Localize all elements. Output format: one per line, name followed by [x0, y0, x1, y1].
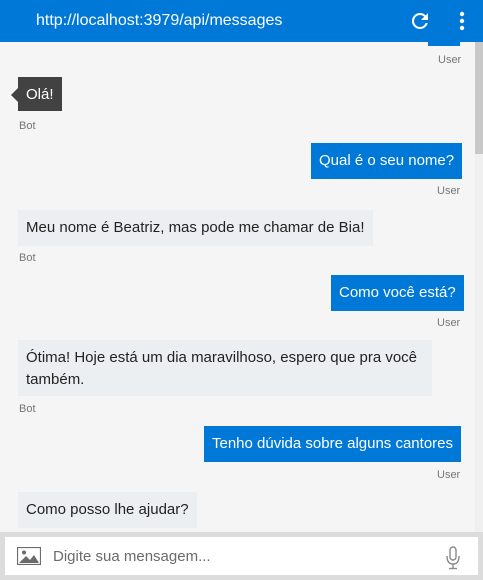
message-sender: Bot [19, 120, 36, 132]
message-bubble-user: Tenho dúvida sobre alguns cantores [204, 426, 461, 462]
message-sender: Bot [19, 403, 36, 415]
message-bubble-user: Qual é o seu nome? [311, 143, 463, 179]
message-input-bar [0, 532, 483, 580]
message-line: também. [26, 371, 85, 388]
message-bubble-bot: Ótima! Hoje está um dia maravilhoso, esp… [18, 340, 432, 396]
message-bubble-bot: Meu nome é Beatriz, mas pode me chamar d… [18, 210, 373, 246]
message-bubble-partial [428, 42, 460, 46]
page-url: http://localhost:3979/api/messages [36, 12, 283, 29]
message-input-container [5, 537, 478, 575]
message-bubble-bot: Como posso lhe ajudar? [18, 492, 197, 528]
message-sender: Bot [19, 252, 36, 264]
message-bubble-bot: Olá! [18, 77, 62, 111]
scrollbar-thumb[interactable] [475, 42, 483, 154]
message-line: Ótima! Hoje está um dia maravilhoso, esp… [26, 349, 418, 366]
more-vertical-icon[interactable] [452, 9, 472, 33]
microphone-icon[interactable] [445, 546, 461, 570]
bubble-tail [11, 88, 18, 102]
message-sender: User [438, 54, 462, 66]
refresh-icon[interactable] [408, 9, 432, 33]
chat-history[interactable]: User Olá! Bot Qual é o seu nome? User Me… [0, 42, 483, 532]
message-sender: User [437, 317, 461, 329]
message-sender: User [437, 185, 461, 197]
message-bubble-user: Como você está? [331, 275, 464, 311]
message-input[interactable] [53, 544, 423, 568]
header-bar: http://localhost:3979/api/messages [0, 0, 483, 42]
image-upload-icon[interactable] [17, 547, 41, 565]
message-sender: User [437, 469, 461, 481]
scrollbar-track[interactable] [475, 42, 483, 532]
